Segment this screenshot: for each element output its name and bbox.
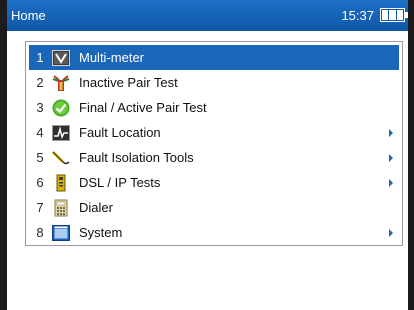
- menu-item-label: Multi-meter: [79, 50, 145, 65]
- multimeter-icon: [51, 49, 71, 67]
- menu-item-multi-meter[interactable]: 1 Multi-meter: [29, 45, 399, 70]
- submenu-arrow-icon: [389, 153, 393, 162]
- menu-item-inactive-pair-test[interactable]: 2 Inactive Pair Test: [29, 70, 399, 95]
- battery-icon: [380, 8, 408, 22]
- menu-item-number: 7: [36, 200, 44, 215]
- menu-item-label: Fault Isolation Tools: [79, 150, 194, 165]
- menu-item-number: 4: [36, 125, 44, 140]
- menu-item-label: Final / Active Pair Test: [79, 100, 207, 115]
- menu-item-label: Inactive Pair Test: [79, 75, 178, 90]
- submenu-arrow-icon: [389, 178, 393, 187]
- left-bezel: [0, 0, 7, 310]
- probe-icon: [51, 149, 71, 167]
- title-bar: Home 15:37: [7, 0, 408, 31]
- check-circle-icon: [51, 99, 71, 117]
- menu-item-fault-isolation-tools[interactable]: 5 Fault Isolation Tools: [29, 145, 399, 170]
- window-title: Home: [11, 8, 46, 23]
- pair-test-icon: [51, 74, 71, 92]
- clock: 15:37: [341, 8, 374, 23]
- menu-item-label: System: [79, 225, 123, 240]
- menu-item-dialer[interactable]: 7 Dialer: [29, 195, 399, 220]
- submenu-arrow-icon: [389, 228, 393, 237]
- menu-item-final-active-pair-test[interactable]: 3 Final / Active Pair Test: [29, 95, 399, 120]
- menu-item-fault-location[interactable]: 4 Fault Location: [29, 120, 399, 145]
- menu-item-number: 1: [36, 50, 44, 65]
- device-screen: Home 15:37 1 Multi-meter 2 Inactive Pair…: [0, 0, 414, 310]
- home-menu: 1 Multi-meter 2 Inactive Pair Test 3 Fin…: [25, 41, 403, 246]
- right-bezel: [408, 0, 414, 310]
- menu-item-system[interactable]: 8 System: [29, 220, 399, 245]
- screen: Home 15:37 1 Multi-meter 2 Inactive Pair…: [7, 0, 408, 310]
- menu-item-label: Dialer: [79, 200, 113, 215]
- menu-item-number: 3: [36, 100, 44, 115]
- waveform-icon: [51, 124, 71, 142]
- menu-item-number: 5: [36, 150, 44, 165]
- submenu-arrow-icon: [389, 128, 393, 137]
- menu-item-label: DSL / IP Tests: [79, 175, 161, 190]
- system-window-icon: [51, 224, 71, 242]
- keypad-icon: [51, 199, 71, 217]
- menu-item-number: 8: [36, 225, 44, 240]
- menu-item-number: 2: [36, 75, 44, 90]
- menu-item-number: 6: [36, 175, 44, 190]
- menu-item-label: Fault Location: [79, 125, 161, 140]
- menu-item-dsl-ip-tests[interactable]: 6 DSL / IP Tests: [29, 170, 399, 195]
- dsl-modem-icon: [51, 174, 71, 192]
